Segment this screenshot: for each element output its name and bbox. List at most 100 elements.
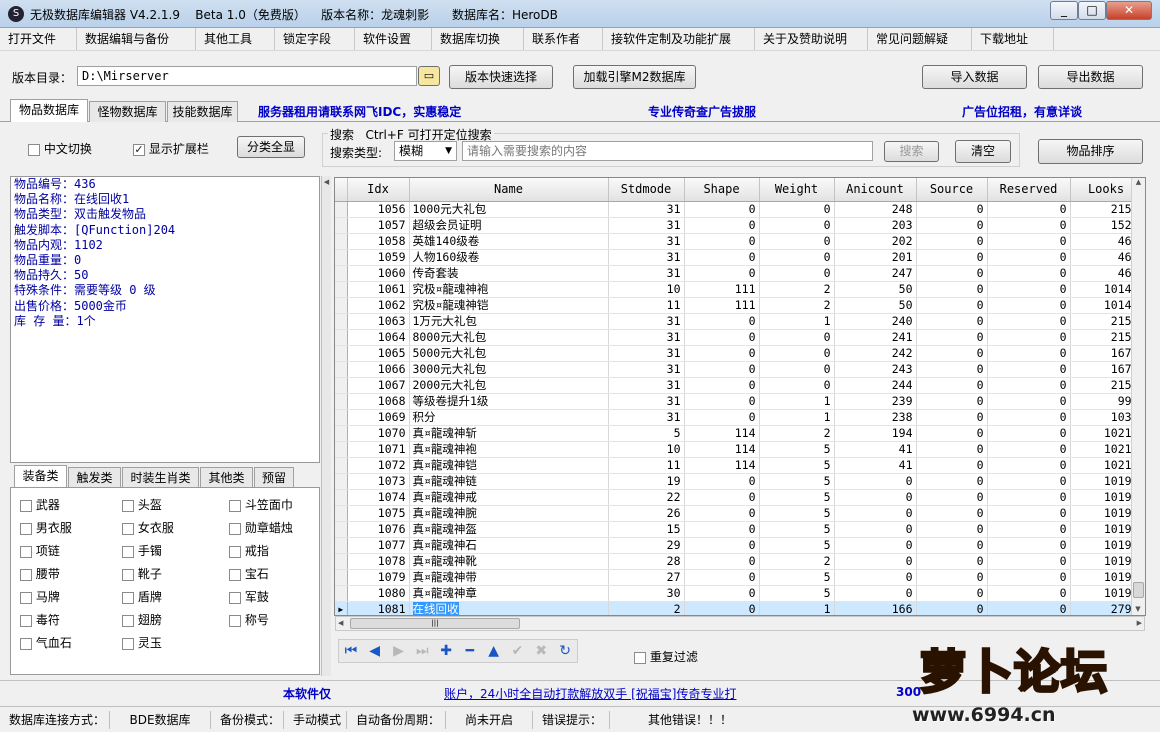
cell-source[interactable]: 0: [916, 409, 988, 426]
cell-idx[interactable]: 1071: [347, 441, 410, 458]
cell-reserved[interactable]: 0: [987, 569, 1071, 586]
cell-source[interactable]: 0: [916, 601, 988, 615]
cell-shape[interactable]: 0: [684, 505, 760, 522]
cat-hat[interactable]: 斗笠面巾: [229, 496, 293, 513]
cell-source[interactable]: 0: [916, 489, 988, 506]
cell-source[interactable]: 0: [916, 537, 988, 554]
grid-horizontal-scrollbar[interactable]: ◀ ||| ▶: [335, 616, 1145, 631]
cell-source[interactable]: 0: [916, 425, 988, 442]
cell-shape[interactable]: 0: [684, 345, 760, 362]
cell-source[interactable]: 0: [916, 329, 988, 346]
cell-shape[interactable]: 0: [684, 393, 760, 410]
cell-idx[interactable]: 1066: [347, 361, 410, 378]
cat-tab-reserved[interactable]: 预留: [254, 467, 294, 488]
cell-shape[interactable]: 114: [684, 441, 760, 458]
cell-reserved[interactable]: 0: [987, 233, 1071, 250]
cell-stdmode[interactable]: 29: [608, 537, 685, 554]
cell-idx[interactable]: 1061: [347, 281, 410, 298]
cell-idx[interactable]: 1067: [347, 377, 410, 394]
row-indicator[interactable]: [335, 201, 348, 218]
cell-shape[interactable]: 0: [684, 585, 760, 602]
cell-stdmode[interactable]: 28: [608, 553, 685, 570]
hscroll-thumb[interactable]: |||: [350, 618, 520, 629]
cell-source[interactable]: 0: [916, 361, 988, 378]
cell-weight[interactable]: 2: [759, 281, 835, 298]
cell-idx[interactable]: 1076: [347, 521, 410, 538]
cell-anicount[interactable]: 0: [834, 505, 917, 522]
cell-anicount[interactable]: 238: [834, 409, 917, 426]
cat-ring[interactable]: 戒指: [229, 542, 269, 559]
cell-stdmode[interactable]: 2: [608, 601, 685, 615]
cell-idx[interactable]: 1059: [347, 249, 410, 266]
cell-stdmode[interactable]: 31: [608, 393, 685, 410]
table-row[interactable]: 1074 真¤龍魂神戒 22 0 5 0 0 0 10193: [335, 489, 1143, 506]
cat-title[interactable]: 称号: [229, 611, 269, 628]
cell-name[interactable]: 3000元大礼包: [409, 361, 609, 378]
cell-name[interactable]: 8000元大礼包: [409, 329, 609, 346]
scroll-right-icon[interactable]: ▶: [1137, 617, 1142, 630]
cell-shape[interactable]: 0: [684, 569, 760, 586]
scroll-left-icon[interactable]: ◀: [338, 617, 343, 630]
cell-weight[interactable]: 1: [759, 313, 835, 330]
row-indicator[interactable]: [335, 473, 348, 490]
cell-reserved[interactable]: 0: [987, 297, 1071, 314]
row-indicator[interactable]: [335, 281, 348, 298]
cancel-record-icon[interactable]: ✖: [529, 643, 553, 659]
cell-name[interactable]: 等级卷提升1级: [409, 393, 609, 410]
menu-download[interactable]: 下载地址: [972, 28, 1054, 50]
table-row[interactable]: 1077 真¤龍魂神石 29 0 5 0 0 0 10196: [335, 537, 1143, 554]
cell-name[interactable]: 1万元大礼包: [409, 313, 609, 330]
repeat-filter-checkbox[interactable]: 重复过滤: [634, 648, 698, 665]
table-row[interactable]: 1063 1万元大礼包 31 0 1 240 0 0 2150: [335, 313, 1143, 330]
cell-shape[interactable]: 0: [684, 265, 760, 282]
cell-stdmode[interactable]: 11: [608, 297, 685, 314]
cell-reserved[interactable]: 0: [987, 537, 1071, 554]
menu-db-switch[interactable]: 数据库切换: [432, 28, 524, 50]
cell-anicount[interactable]: 0: [834, 473, 917, 490]
cat-boots[interactable]: 靴子: [122, 565, 162, 582]
cell-source[interactable]: 0: [916, 521, 988, 538]
cell-idx[interactable]: 1064: [347, 329, 410, 346]
cell-reserved[interactable]: 0: [987, 377, 1071, 394]
row-indicator[interactable]: [335, 537, 348, 554]
cat-gem[interactable]: 宝石: [229, 565, 269, 582]
row-indicator[interactable]: [335, 553, 348, 570]
cell-weight[interactable]: 0: [759, 345, 835, 362]
cell-anicount[interactable]: 244: [834, 377, 917, 394]
cell-idx[interactable]: 1069: [347, 409, 410, 426]
splitter-bar[interactable]: ◀: [321, 176, 331, 676]
cat-tab-trigger[interactable]: 触发类: [68, 467, 121, 488]
cell-reserved[interactable]: 0: [987, 425, 1071, 442]
cell-weight[interactable]: 2: [759, 297, 835, 314]
row-indicator[interactable]: [335, 425, 348, 442]
cell-name[interactable]: 真¤龍魂神石: [409, 537, 609, 554]
cell-source[interactable]: 0: [916, 377, 988, 394]
cell-anicount[interactable]: 243: [834, 361, 917, 378]
cell-shape[interactable]: 0: [684, 313, 760, 330]
cell-weight[interactable]: 5: [759, 569, 835, 586]
row-indicator[interactable]: [335, 457, 348, 474]
table-row[interactable]: 1080 真¤龍魂神章 30 0 5 0 0 0 10197: [335, 585, 1143, 602]
cat-tab-equipment[interactable]: 装备类: [14, 465, 67, 488]
post-record-icon[interactable]: ✔: [506, 643, 530, 659]
search-input[interactable]: 请输入需要搜索的内容: [462, 141, 873, 161]
cell-weight[interactable]: 0: [759, 201, 835, 218]
cell-name[interactable]: 积分: [409, 409, 609, 426]
insert-record-icon[interactable]: ✚: [434, 643, 458, 659]
table-row[interactable]: ▶ 1081 在线回收 2 0 1 166 0 0 2794: [335, 601, 1143, 615]
cell-anicount[interactable]: 0: [834, 521, 917, 538]
cell-weight[interactable]: 5: [759, 441, 835, 458]
cell-name[interactable]: 究极¤龍魂神袍: [409, 281, 609, 298]
cell-anicount[interactable]: 201: [834, 249, 917, 266]
cat-bracelet[interactable]: 手镯: [122, 542, 162, 559]
cell-weight[interactable]: 1: [759, 409, 835, 426]
cell-stdmode[interactable]: 31: [608, 249, 685, 266]
row-indicator[interactable]: [335, 521, 348, 538]
cell-reserved[interactable]: 0: [987, 505, 1071, 522]
cell-anicount[interactable]: 248: [834, 201, 917, 218]
tab-skills[interactable]: 技能数据库: [167, 101, 238, 122]
cat-helmet[interactable]: 头盔: [122, 496, 162, 513]
cell-stdmode[interactable]: 11: [608, 457, 685, 474]
col-idx[interactable]: Idx: [347, 178, 410, 202]
menu-faq[interactable]: 常见问题解疑: [868, 28, 972, 50]
